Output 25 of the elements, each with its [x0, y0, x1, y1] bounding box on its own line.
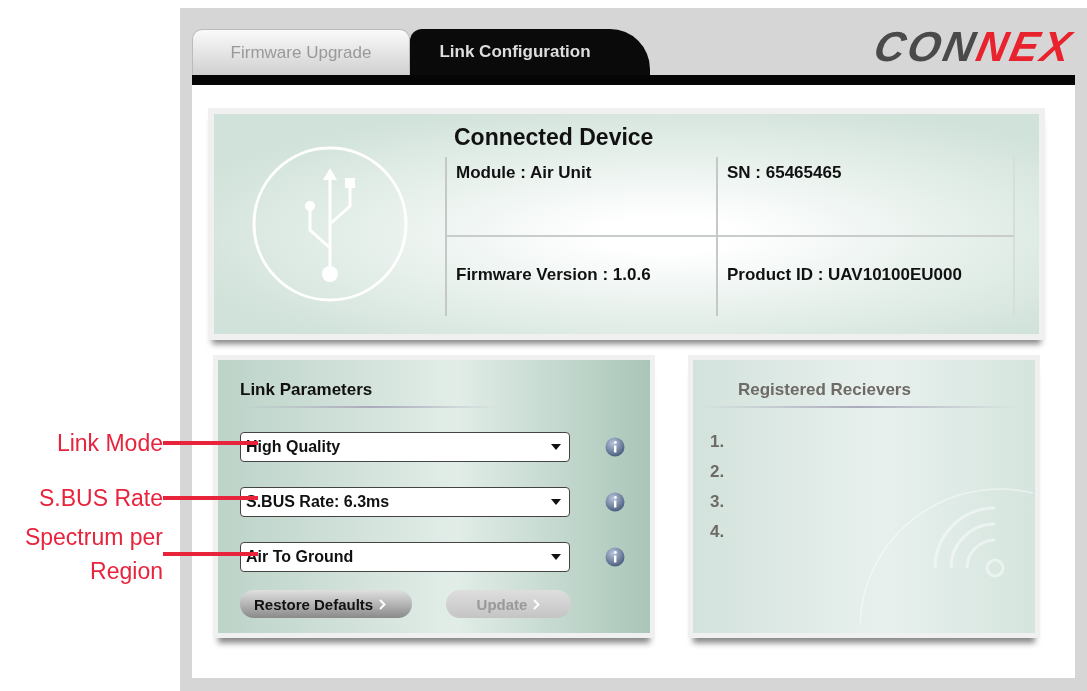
device-field: Firmware Version : 1.0.6 — [456, 264, 651, 284]
annotation-label: Spectrum per Region — [23, 523, 163, 586]
card-title: Connected Device — [453, 124, 655, 151]
device-field: SN : 65465465 — [727, 163, 842, 182]
annotation-label: S.BUS Rate — [38, 484, 163, 513]
caret-icon — [551, 444, 561, 450]
receiver-slot: 4. — [710, 522, 1035, 542]
receiver-slot: 1. — [710, 432, 1035, 452]
info-icon[interactable] — [605, 547, 625, 567]
info-icon[interactable] — [605, 437, 625, 457]
info-icon[interactable] — [605, 492, 625, 512]
tab[interactable]: Link Configuration — [410, 29, 650, 75]
receiver-slot: 2. — [710, 462, 1035, 482]
panel-title: Registered Recievers — [738, 380, 912, 400]
logo: CONNEX — [870, 26, 1078, 68]
receiver-slot: 3. — [710, 492, 1035, 512]
action-button[interactable]: Restore Defaults — [240, 590, 412, 618]
device-field: Product ID : UAV10100EU000 — [727, 264, 962, 284]
chevron-icon — [379, 598, 387, 610]
annotation-label: Link Mode — [55, 429, 163, 458]
caret-icon — [551, 499, 561, 505]
device-field: Module : Air Unit — [456, 163, 592, 182]
caret-icon — [551, 554, 561, 560]
panel-title: Link Parameters — [240, 380, 374, 400]
chevron-icon — [533, 598, 541, 610]
